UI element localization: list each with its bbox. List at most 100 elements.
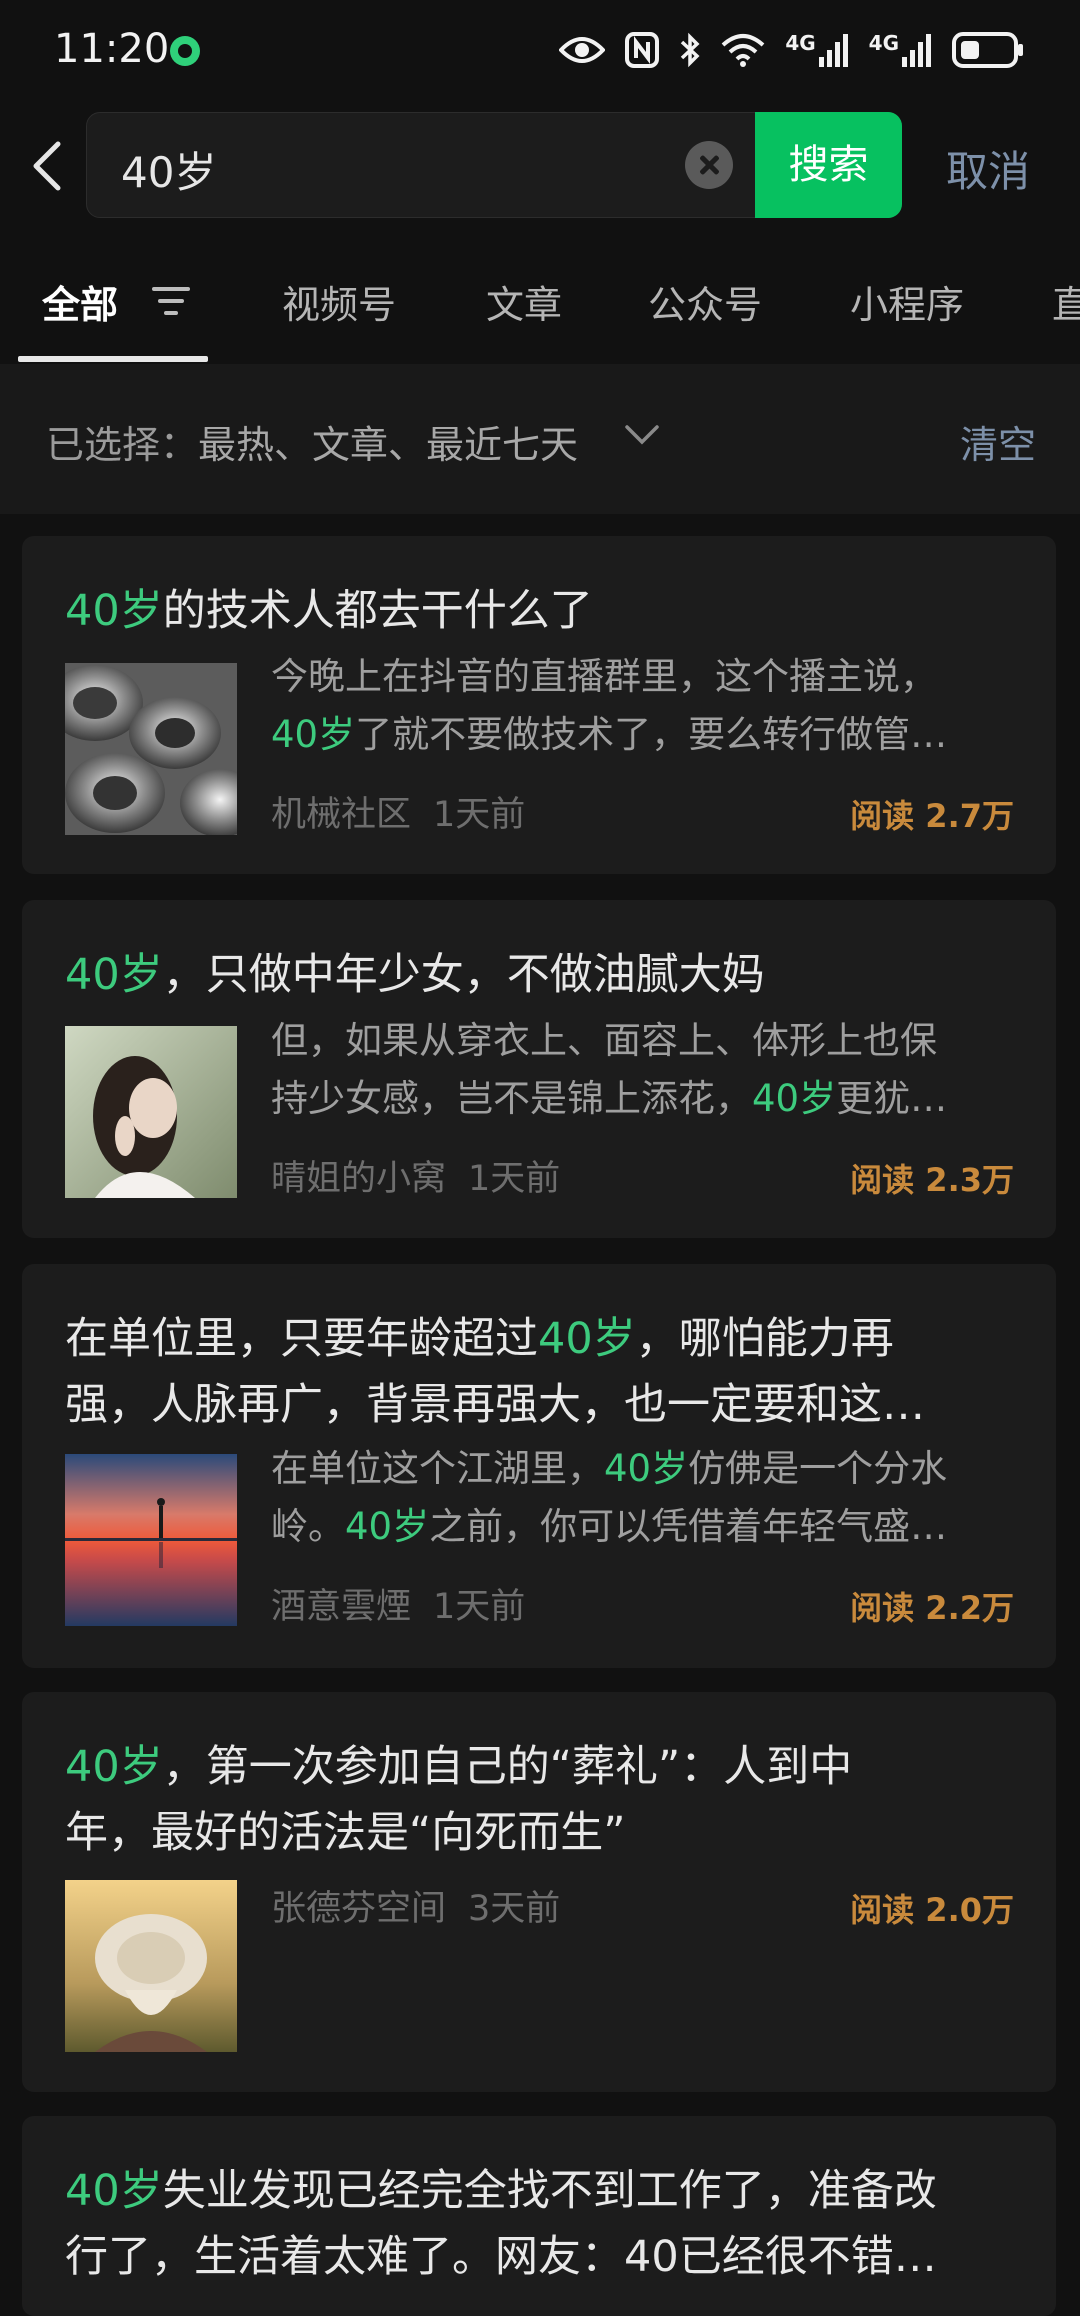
tab-all[interactable]: 全部 (42, 274, 118, 329)
tab-articles[interactable]: 文章 (486, 274, 562, 329)
filter-selection[interactable]: 已选择：最热、文章、最近七天 (46, 414, 578, 469)
filter-selected-values: 最热、文章、最近七天 (198, 423, 579, 467)
eye-icon (559, 37, 606, 63)
back-arrow-icon (33, 141, 61, 191)
clear-filter-button[interactable]: 清空 (960, 414, 1036, 469)
battery-icon (952, 32, 1023, 68)
nfc-icon (625, 32, 660, 68)
search-input[interactable]: 40岁 (121, 139, 216, 200)
snippet-text: 之前，你可以凭借着年轻气盛… (429, 1505, 948, 1548)
keyword-highlight: 40岁 (752, 1077, 837, 1120)
read-count: 阅读 2.0万 (850, 1891, 1014, 1929)
signal-bars-icon (902, 34, 931, 67)
article-thumbnail (65, 663, 237, 835)
title-text: ，只做中年少女，不做油腻大妈 (162, 950, 765, 1000)
keyword-highlight: 40岁 (65, 1742, 163, 1792)
title-text: 失业发现已经完全找不到工作了，准备改 (162, 2166, 937, 2216)
read-count: 阅读 2.2万 (850, 1589, 1014, 1627)
article-meta: 机械社区 1天前 (271, 786, 525, 837)
article-snippet: 但，如果从穿衣上、面容上、体形上也保 持少女感，岂不是锦上添花，40岁更犹… (271, 1012, 1016, 1128)
article-meta: 晴姐的小窝 1天前 (271, 1150, 560, 1201)
clear-input-icon[interactable] (685, 141, 733, 189)
article-time: 1天前 (468, 1159, 561, 1199)
category-tabs: 全部 视频号 文章 公众号 小程序 直 (0, 240, 1080, 364)
keyword-highlight: 40岁 (65, 2166, 163, 2216)
snippet-line: 岭。40岁之前，你可以凭借着年轻气盛… (271, 1498, 1016, 1556)
article-snippet: 在单位这个江湖里，40岁仿佛是一个分水 岭。40岁之前，你可以凭借着年轻气盛… (271, 1440, 1016, 1556)
article-source: 机械社区 (271, 795, 412, 835)
tab-channels[interactable]: 视频号 (282, 274, 396, 329)
article-thumbnail (65, 1880, 237, 2052)
article-source: 酒意雲煙 (271, 1587, 412, 1627)
keyword-highlight: 40岁 (604, 1447, 689, 1490)
read-count: 阅读 2.3万 (850, 1161, 1014, 1199)
read-count: 阅读 2.7万 (850, 797, 1014, 835)
filter-summary: 已选择：最热、文章、最近七天 清空 (0, 364, 1080, 514)
article-card[interactable]: 40岁，只做中年少女，不做油腻大妈 但，如果从穿衣上、面容上、体形上也保 持少女… (22, 900, 1056, 1238)
snippet-text: 在单位这个江湖里， (271, 1447, 604, 1490)
tab-mini-programs[interactable]: 小程序 (850, 274, 964, 329)
title-text: ，哪怕能力再 (635, 1314, 894, 1364)
snippet-text: 仿佛是一个分水 (688, 1447, 948, 1490)
snippet-line: 持少女感，岂不是锦上添花，40岁更犹… (271, 1070, 1016, 1128)
snippet-line: 在单位这个江湖里，40岁仿佛是一个分水 (271, 1440, 1016, 1498)
snippet-text: 了就不要做技术了，要么转行做管… (355, 713, 948, 756)
snippet-text: 更犹… (836, 1077, 948, 1120)
article-meta: 酒意雲煙 1天前 (271, 1578, 525, 1629)
article-time: 3天前 (468, 1889, 561, 1929)
signal-bars-icon (818, 34, 848, 67)
signal-1: 4G (785, 33, 848, 67)
network-type-label: 4G (868, 31, 899, 55)
title-text: 在单位里，只要年龄超过 (65, 1314, 538, 1364)
title-text: 的技术人都去干什么了 (162, 586, 593, 636)
title-text: 强，人脉再广，背景再强大，也一定要和这… (65, 1380, 925, 1430)
article-snippet: 今晚上在抖音的直播群里，这个播主说， 40岁了就不要做技术了，要么转行做管… (271, 648, 1016, 764)
article-card[interactable]: 在单位里，只要年龄超过40岁，哪怕能力再 强，人脉再广，背景再强大，也一定要和这… (22, 1264, 1056, 1668)
filter-icon[interactable] (152, 284, 192, 318)
status-icons: 4G 4G (559, 30, 1024, 70)
keyword-highlight: 40岁 (538, 1314, 636, 1364)
chevron-down-icon[interactable] (624, 424, 660, 446)
active-tab-indicator (18, 356, 208, 362)
tab-official-accounts[interactable]: 公众号 (648, 274, 762, 329)
tab-live[interactable]: 直 (1052, 274, 1080, 329)
article-card[interactable]: 40岁的技术人都去干什么了 今晚上在抖音的直播群里，这个播主说， 40岁了就不要… (22, 536, 1056, 874)
article-card[interactable]: 40岁失业发现已经完全找不到工作了，准备改 行了，生活着太难了。网友：40已经很… (22, 2116, 1056, 2316)
article-title: 在单位里，只要年龄超过40岁，哪怕能力再 强，人脉再广，背景再强大，也一定要和这… (65, 1306, 1016, 1438)
title-text: ，第一次参加自己的“葬礼”：人到中 (162, 1742, 853, 1792)
status-time: 11:20 (54, 26, 170, 72)
snippet-line: 40岁了就不要做技术了，要么转行做管… (271, 706, 1016, 764)
back-button[interactable] (28, 136, 78, 196)
article-source: 晴姐的小窝 (271, 1159, 447, 1199)
article-thumbnail (65, 1454, 237, 1626)
wifi-icon (721, 34, 765, 67)
status-bar: 11:20 4G 4G (0, 0, 1080, 100)
filter-prefix: 已选择： (46, 423, 199, 467)
cancel-button[interactable]: 取消 (946, 138, 1030, 199)
signal-2: 4G (869, 33, 932, 67)
snippet-line: 今晚上在抖音的直播群里，这个播主说， (271, 655, 937, 698)
keyword-highlight: 40岁 (345, 1505, 430, 1548)
search-button[interactable]: 搜索 (755, 112, 902, 218)
bluetooth-icon (681, 32, 700, 68)
article-title: 40岁失业发现已经完全找不到工作了，准备改 行了，生活着太难了。网友：40已经很… (65, 2158, 1016, 2290)
snippet-text: 持少女感，岂不是锦上添花， (271, 1077, 752, 1120)
keyword-highlight: 40岁 (271, 713, 356, 756)
article-source: 张德芬空间 (271, 1889, 447, 1929)
keyword-highlight: 40岁 (65, 586, 163, 636)
title-text: 行了，生活着太难了。网友：40已经很不错… (65, 2232, 937, 2282)
app-notification-icon (170, 36, 200, 66)
article-card[interactable]: 40岁，第一次参加自己的“葬礼”：人到中 年，最好的活法是“向死而生” 张德芬空… (22, 1692, 1056, 2092)
article-time: 1天前 (433, 795, 526, 835)
snippet-text: 岭。 (271, 1505, 345, 1548)
network-type-label: 4G (785, 31, 816, 55)
article-thumbnail (65, 1026, 237, 1198)
search-bar: 40岁 搜索 取消 (0, 100, 1080, 240)
article-title: 40岁，第一次参加自己的“葬礼”：人到中 年，最好的活法是“向死而生” (65, 1734, 1016, 1866)
article-title: 40岁，只做中年少女，不做油腻大妈 (65, 942, 1016, 1008)
article-time: 1天前 (433, 1587, 526, 1627)
title-text: 年，最好的活法是“向死而生” (65, 1808, 626, 1858)
article-title: 40岁的技术人都去干什么了 (65, 578, 1016, 644)
snippet-line: 但，如果从穿衣上、面容上、体形上也保 (271, 1019, 937, 1062)
article-meta: 张德芬空间 3天前 (271, 1880, 560, 1931)
